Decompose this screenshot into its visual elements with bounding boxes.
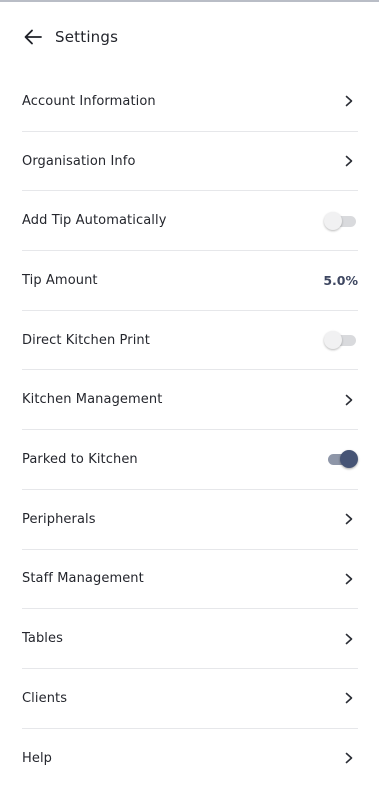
chevron-right-icon <box>342 572 356 586</box>
chevron-right-icon <box>342 512 356 526</box>
setting-clients[interactable]: Clients <box>22 669 358 729</box>
setting-label: Tip Amount <box>22 272 98 288</box>
setting-peripherals[interactable]: Peripherals <box>22 490 358 550</box>
setting-label: Kitchen Management <box>22 392 163 408</box>
setting-account-information[interactable]: Account Information <box>22 72 358 132</box>
tip-amount-value: 5.0% <box>323 272 358 288</box>
setting-tip-amount[interactable]: Tip Amount 5.0% <box>22 251 358 311</box>
setting-label: Organisation Info <box>22 153 136 169</box>
setting-organisation-info[interactable]: Organisation Info <box>22 132 358 192</box>
toggle-knob <box>340 450 358 469</box>
arrow-left-icon <box>24 29 42 45</box>
setting-label: Add Tip Automatically <box>22 213 167 229</box>
setting-label: Clients <box>22 690 68 706</box>
setting-label: Help <box>22 750 53 766</box>
parked-to-kitchen-toggle[interactable] <box>324 450 358 469</box>
setting-add-tip-automatically: Add Tip Automatically <box>22 191 358 252</box>
setting-tables[interactable]: Tables <box>22 609 358 669</box>
settings-header: Settings <box>0 2 379 72</box>
setting-label: Direct Kitchen Print <box>22 332 150 348</box>
direct-kitchen-print-toggle[interactable] <box>324 331 358 350</box>
setting-label: Account Information <box>22 93 156 109</box>
setting-label: Staff Management <box>22 571 144 587</box>
setting-kitchen-management[interactable]: Kitchen Management <box>22 370 358 431</box>
setting-parked-to-kitchen: Parked to Kitchen <box>22 430 358 490</box>
setting-staff-management[interactable]: Staff Management <box>22 550 358 610</box>
toggle-knob <box>324 331 342 350</box>
chevron-right-icon <box>342 393 356 407</box>
chevron-right-icon <box>342 154 356 168</box>
setting-direct-kitchen-print: Direct Kitchen Print <box>22 311 358 371</box>
chevron-right-icon <box>342 691 356 705</box>
toggle-knob <box>324 211 342 230</box>
setting-label: Peripherals <box>22 511 96 527</box>
back-button[interactable] <box>21 25 45 49</box>
settings-list: Account Information Organisation Info Ad… <box>0 72 379 788</box>
page-title: Settings <box>55 28 119 46</box>
setting-label: Parked to Kitchen <box>22 451 138 467</box>
add-tip-toggle[interactable] <box>324 211 358 230</box>
chevron-right-icon <box>342 632 356 646</box>
chevron-right-icon <box>342 94 356 108</box>
setting-help[interactable]: Help <box>22 729 358 788</box>
setting-label: Tables <box>22 631 63 647</box>
chevron-right-icon <box>342 751 356 765</box>
